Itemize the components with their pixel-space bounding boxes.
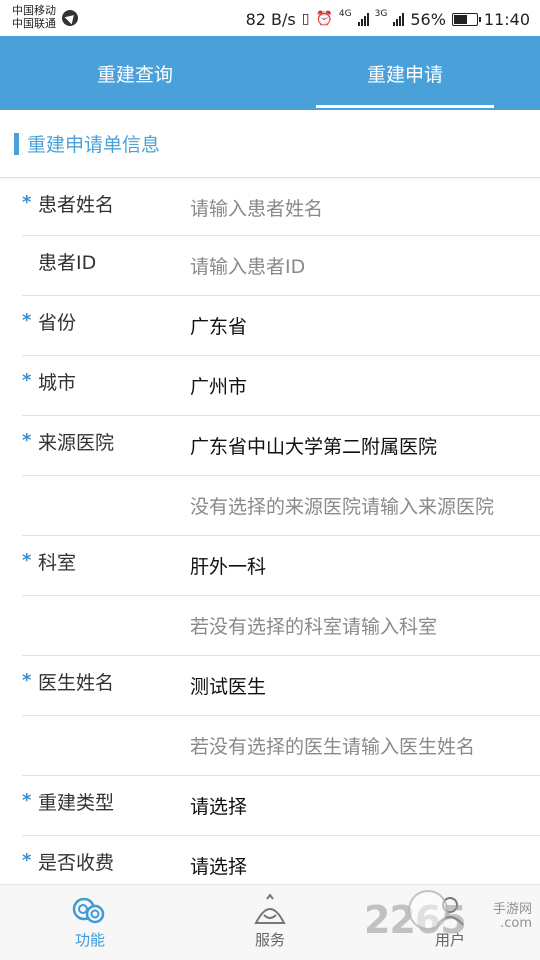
required-mark: * [22, 790, 32, 811]
tab-label: 重建查询 [96, 63, 173, 86]
carrier-2: 中国联通 [12, 17, 56, 30]
department-select[interactable]: 肝外一科 [190, 552, 540, 579]
network-type-2: 3G [374, 9, 388, 19]
net-speed: 82 B/s [245, 9, 296, 29]
form-row-doctor-name[interactable]: * 医生姓名 测试医生 [22, 656, 540, 716]
status-indicators: 82 B/s ▯ ⏰ 4G 3G 56% 11:40 [246, 8, 530, 30]
nav-function[interactable]: 功能 [0, 885, 180, 960]
required-mark: * [22, 430, 32, 451]
required-mark: * [22, 310, 32, 331]
form-row-doctor-manual[interactable]: 若没有选择的医生请输入医生姓名 [22, 716, 540, 776]
form-row-patient-name[interactable]: * 患者姓名 请输入患者姓名 [22, 178, 540, 236]
section-header: 重建申请单信息 [0, 110, 540, 178]
form-row-rebuild-type[interactable]: * 重建类型 请选择 [22, 776, 540, 836]
tab-rebuild-apply[interactable]: 重建申请 [270, 36, 540, 110]
nav-user[interactable]: 用户 [360, 885, 540, 960]
source-hospital-input[interactable]: 没有选择的来源医院请输入来源医院 [190, 492, 540, 519]
form-row-source-hospital[interactable]: * 来源医院 广东省中山大学第二附属医院 [22, 416, 540, 476]
signal-2-icon [393, 12, 405, 26]
function-icon [72, 897, 105, 924]
field-label: 重建类型 [38, 792, 115, 814]
network-type-1: 4G [338, 9, 352, 19]
required-mark: * [22, 370, 32, 391]
location-arrow-icon [62, 10, 78, 26]
field-label: 城市 [38, 372, 77, 394]
field-label: 患者姓名 [38, 194, 115, 216]
bottom-nav: 功能 服务 用户 [0, 884, 540, 960]
field-label: 医生姓名 [38, 672, 115, 694]
department-input[interactable]: 若没有选择的科室请输入科室 [190, 612, 540, 639]
patient-name-input[interactable]: 请输入患者姓名 [190, 194, 540, 221]
form-row-province[interactable]: * 省份 广东省 [22, 296, 540, 356]
vibrate-icon: ▯ [301, 11, 310, 27]
source-hospital-select[interactable]: 广东省中山大学第二附属医院 [190, 432, 540, 459]
nav-label: 用户 [434, 931, 465, 949]
alarm-icon: ⏰ [315, 11, 333, 27]
carrier-info: 中国移动 中国联通 [12, 4, 56, 30]
required-mark: * [22, 670, 32, 691]
doctor-name-input[interactable]: 若没有选择的医生请输入医生姓名 [190, 732, 540, 759]
signal-1-icon [357, 12, 369, 26]
nav-label: 功能 [74, 931, 105, 949]
nav-label: 服务 [254, 931, 285, 949]
form-row-patient-id[interactable]: 患者ID 请输入患者ID [22, 236, 540, 296]
form-row-source-hospital-manual[interactable]: 没有选择的来源医院请输入来源医院 [22, 476, 540, 536]
clock: 11:40 [483, 9, 530, 29]
tab-label: 重建申请 [366, 63, 443, 86]
form-row-department-manual[interactable]: 若没有选择的科室请输入科室 [22, 596, 540, 656]
status-bar: 中国移动 中国联通 82 B/s ▯ ⏰ 4G 3G 56% 11:40 [0, 0, 540, 36]
form-row-department[interactable]: * 科室 肝外一科 [22, 536, 540, 596]
apply-form: * 患者姓名 请输入患者姓名 患者ID 请输入患者ID * 省份 广东省 * 城… [0, 178, 540, 896]
battery-icon [451, 12, 481, 26]
service-icon [254, 893, 286, 924]
field-label: 科室 [38, 552, 77, 574]
required-mark: * [22, 550, 32, 571]
field-label: 患者ID [38, 252, 97, 274]
field-label: 省份 [38, 312, 77, 334]
tab-rebuild-query[interactable]: 重建查询 [0, 36, 270, 110]
carrier-1: 中国移动 [12, 4, 56, 17]
form-row-city[interactable]: * 城市 广州市 [22, 356, 540, 416]
nav-service[interactable]: 服务 [180, 885, 360, 960]
province-select[interactable]: 广东省 [190, 312, 540, 339]
doctor-select[interactable]: 测试医生 [190, 672, 540, 699]
city-select[interactable]: 广州市 [190, 372, 540, 399]
section-title: 重建申请单信息 [27, 134, 161, 156]
rebuild-type-select[interactable]: 请选择 [190, 792, 540, 819]
tab-bar: 重建查询 重建申请 [0, 36, 540, 110]
charge-select[interactable]: 请选择 [190, 852, 540, 879]
patient-id-input[interactable]: 请输入患者ID [190, 252, 540, 279]
battery-percent: 56% [410, 9, 446, 29]
field-label: 是否收费 [38, 852, 115, 874]
field-label: 来源医院 [38, 432, 115, 454]
user-icon [436, 897, 464, 926]
required-mark: * [22, 192, 32, 213]
required-mark: * [22, 850, 32, 871]
section-accent-bar [14, 132, 19, 155]
